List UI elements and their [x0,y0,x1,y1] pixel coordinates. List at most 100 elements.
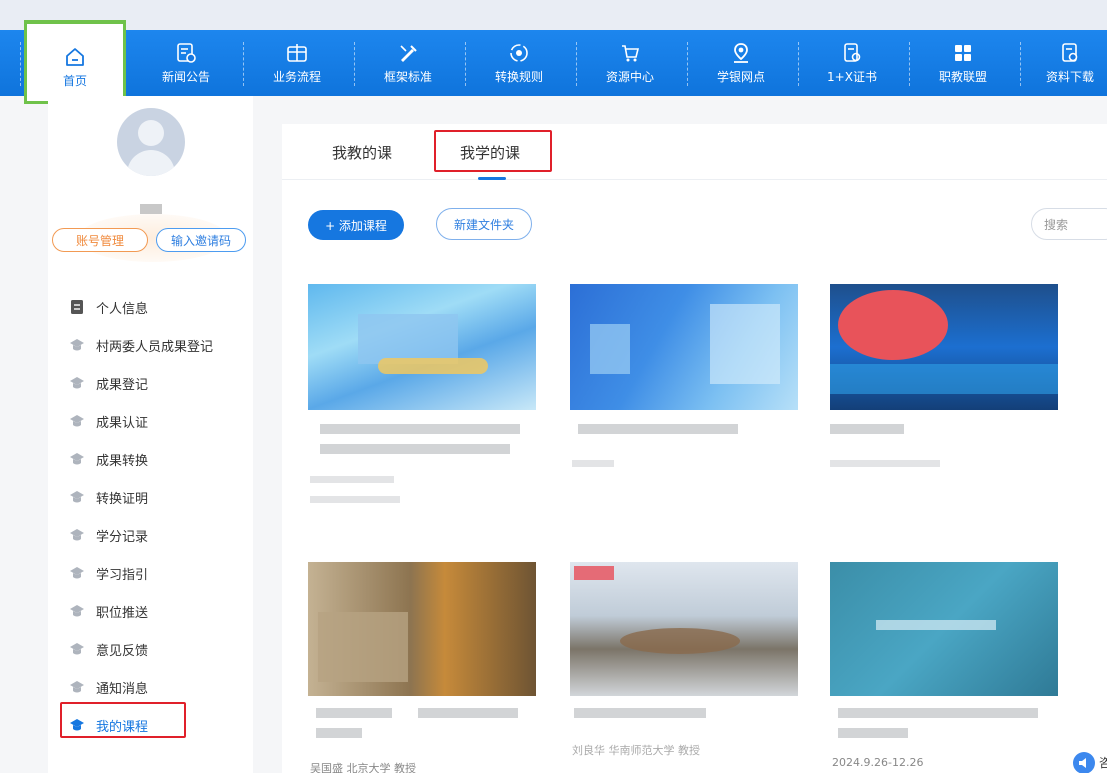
blurred-meta [830,460,940,467]
thumb-block [838,290,948,360]
account-manage-button[interactable]: 账号管理 [52,228,148,252]
sidebar-item-credit-record[interactable]: 学分记录 [62,516,242,554]
course-card[interactable] [308,284,536,514]
nav-resources[interactable]: 资源中心 [578,30,682,96]
certificate-icon [844,42,861,62]
consult-button[interactable] [1073,752,1095,773]
nav-certificate[interactable]: 1+X证书 [800,30,904,96]
nav-separator [1020,42,1021,86]
nav-separator [354,42,355,86]
top-strip [0,0,1107,30]
grad-cap-icon [70,529,84,541]
blurred-title [320,424,520,434]
thumb-block [620,628,740,654]
sidebar-menu: 个人信息 村两委人员成果登记 成果登记 成果认证 成果转换 转换证明 学分记录 [62,288,242,744]
sidebar-item-achievement-convert[interactable]: 成果转换 [62,440,242,478]
blurred-title [838,708,1038,718]
nav-separator [798,42,799,86]
document-icon [71,300,83,314]
tab-teaching[interactable]: 我教的课 [332,142,392,163]
grad-cap-icon [70,339,84,351]
blurred-title [578,424,738,434]
avatar[interactable] [117,108,185,176]
convert-icon [510,43,528,62]
nav-home-label: 首页 [62,73,87,88]
course-card[interactable] [570,284,798,484]
consult-label: 咨 [1099,756,1107,770]
course-thumbnail [570,284,798,410]
nav-news[interactable]: 新闻公告 [134,30,238,96]
blurred-meta [572,460,614,467]
thumb-block [574,566,614,580]
nav-alliance[interactable]: 职教联盟 [911,30,1015,96]
course-card[interactable]: 吴国盛 北京大学 教授 [308,562,536,773]
thumb-block [876,620,996,630]
course-thumbnail [570,562,798,696]
grad-cap-icon [70,491,84,503]
sidebar-item-achievement-register[interactable]: 成果登记 [62,364,242,402]
course-thumbnail [308,562,536,696]
avatar-head-shape [138,120,164,146]
blurred-title [316,708,392,718]
thumb-block [358,314,458,364]
sidebar-item-label: 职位推送 [96,605,149,621]
sidebar-item-label: 成果认证 [96,415,149,431]
sidebar-item-profile[interactable]: 个人信息 [62,288,242,326]
nav-outlets[interactable]: 学银网点 [689,30,793,96]
search-input[interactable]: 搜索 [1031,208,1107,240]
thumb-block [378,358,488,374]
blurred-title [320,444,510,454]
course-thumbnail [308,284,536,410]
grad-cap-icon [70,605,84,617]
news-icon [177,42,196,63]
nav-separator [909,42,910,86]
new-folder-button[interactable]: 新建文件夹 [436,208,532,240]
avatar-body-shape [127,150,175,176]
nav-framework[interactable]: 框架标准 [356,30,460,96]
add-course-button[interactable]: + 添加课程 [308,210,404,240]
nav-home[interactable]: 首页 [24,20,126,104]
nav-alliance-label: 职教联盟 [938,69,987,84]
thumb-block [830,364,1058,394]
grad-cap-icon [70,415,84,427]
thumb-block [710,304,780,384]
process-icon [287,43,307,62]
highlight-box-learning-tab [434,130,552,172]
nav-separator [465,42,466,86]
sidebar-item-feedback[interactable]: 意见反馈 [62,630,242,668]
nav-separator [576,42,577,86]
course-card[interactable] [830,284,1058,484]
sidebar-item-job-push[interactable]: 职位推送 [62,592,242,630]
course-author: 吴国盛 北京大学 教授 [310,762,416,773]
sidebar-item-convert-proof[interactable]: 转换证明 [62,478,242,516]
grad-cap-icon [70,681,84,693]
course-card[interactable]: 刘良华 华南师范大学 教授 [570,562,798,762]
sidebar-item-village-register[interactable]: 村两委人员成果登记 [62,326,242,364]
thumb-block [590,324,630,374]
pen-ruler-icon [400,44,417,62]
cart-icon [622,44,640,61]
nav-separator [20,42,21,86]
location-icon [734,42,748,63]
blurred-title [838,728,908,738]
nav-rules[interactable]: 转换规则 [467,30,571,96]
active-tab-indicator [478,177,506,180]
sidebar-item-achievement-certify[interactable]: 成果认证 [62,402,242,440]
blurred-title [574,708,706,718]
thumb-block [318,612,408,682]
sidebar-item-label: 村两委人员成果登记 [96,339,214,355]
grad-cap-icon [70,453,84,465]
nav-framework-label: 框架标准 [383,69,432,84]
course-date: 2024.9.26-12.26 [832,756,924,769]
course-thumbnail [830,284,1058,410]
nav-downloads[interactable]: 资料下载 [1022,30,1107,96]
invite-code-button[interactable]: 输入邀请码 [156,228,246,252]
course-card[interactable]: 2024.9.26-12.26 [830,562,1058,773]
grid-icon [955,44,971,61]
nav-process[interactable]: 业务流程 [245,30,349,96]
sidebar-item-notifications[interactable]: 通知消息 [62,668,242,706]
sidebar-item-label: 成果登记 [96,377,149,393]
sidebar-item-study-guide[interactable]: 学习指引 [62,554,242,592]
grad-cap-icon [70,377,84,389]
sidebar-item-label: 成果转换 [96,453,149,469]
